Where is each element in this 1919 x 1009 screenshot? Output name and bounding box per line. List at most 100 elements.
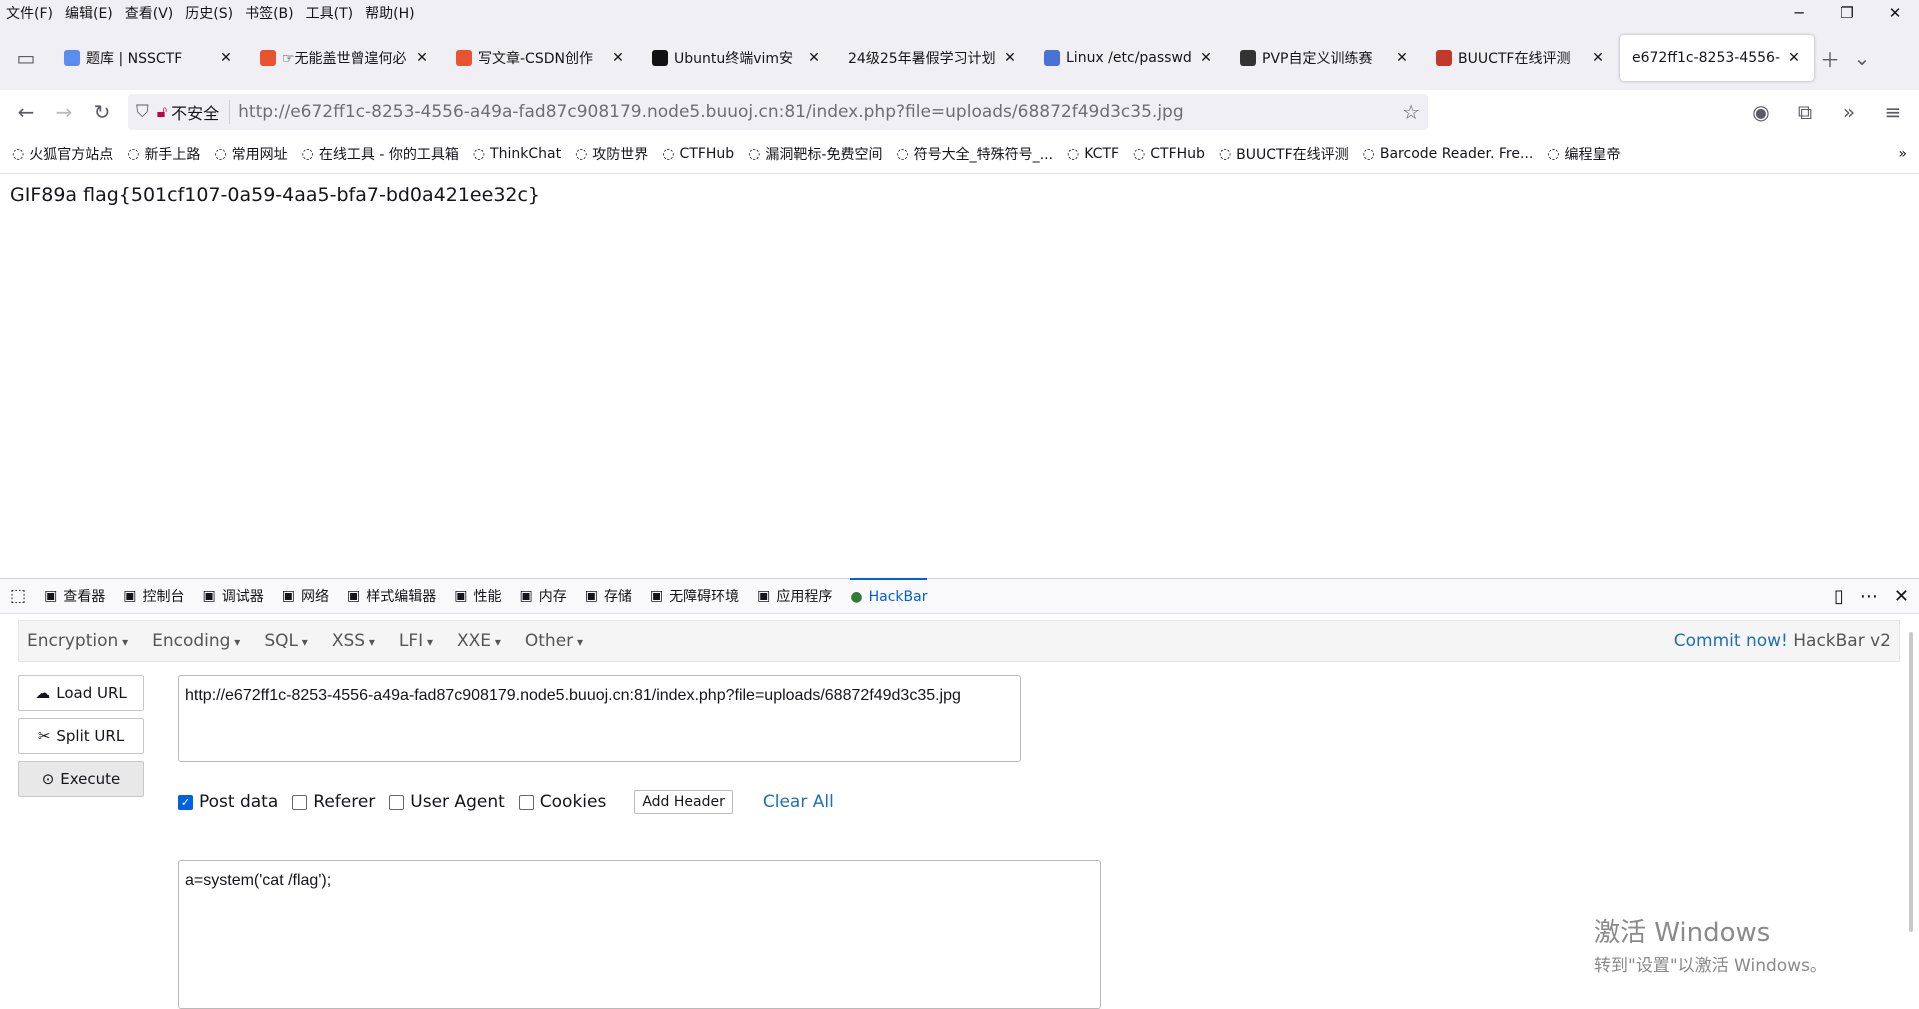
more-icon[interactable]: ⋯ (1860, 586, 1878, 607)
tab-4[interactable]: 24级25年暑假学习计划 ✕ (836, 35, 1030, 81)
devtools-tab-10[interactable]: ● HackBar (850, 578, 928, 614)
close-window-button[interactable]: ✕ (1871, 4, 1919, 22)
csdn-icon (260, 50, 276, 66)
post-data-input[interactable]: a=system('cat /flag'); (178, 860, 1101, 1009)
tab-0[interactable]: 题库 | NSSCTF ✕ (52, 35, 246, 81)
hackbar-url-input[interactable]: http://e672ff1c-8253-4556-a49a-fad87c908… (178, 675, 1021, 762)
close-tab-icon[interactable]: ✕ (610, 50, 626, 66)
tab-6[interactable]: PVP自定义训练赛 ✕ (1228, 35, 1422, 81)
bookmark-item[interactable]: ◌ CTFHub (662, 146, 734, 162)
hackbar-menu-sql[interactable]: SQL ▾ (264, 631, 308, 651)
add-header-button[interactable]: Add Header (634, 790, 733, 814)
menu-bookmarks[interactable]: 书签(B) (239, 3, 300, 23)
bookmark-label: Barcode Reader. Fre... (1379, 145, 1534, 162)
restore-button[interactable]: ❐ (1823, 4, 1871, 22)
app-menu-icon[interactable]: ≡ (1877, 96, 1909, 128)
devtools-tab-3[interactable]: ▣ 网络 (282, 586, 329, 606)
tab-7[interactable]: BUUCTF在线评测 ✕ (1424, 35, 1618, 81)
shield-icon[interactable]: ⛉ (136, 102, 149, 122)
menu-help[interactable]: 帮助(H) (359, 3, 420, 23)
close-tab-icon[interactable]: ✕ (218, 50, 234, 66)
bookmark-item[interactable]: ◌ 火狐官方站点 (12, 144, 113, 164)
post-data-checkbox[interactable]: ✓ Post data (178, 792, 278, 812)
load-url-button[interactable]: ☁ Load URL (18, 675, 144, 711)
new-tab-icon[interactable]: ＋ (1814, 42, 1846, 74)
hackbar-menu-xxe[interactable]: XXE ▾ (457, 631, 501, 651)
bookmark-item[interactable]: ◌ Barcode Reader. Fre... (1363, 146, 1534, 162)
commit-now-link[interactable]: Commit now! (1674, 631, 1788, 651)
bookmark-icon: ◌ (896, 145, 909, 162)
referer-checkbox[interactable]: Referer (292, 792, 375, 812)
bookmark-star-icon[interactable]: ☆ (1402, 100, 1420, 124)
clear-all-link[interactable]: Clear All (763, 792, 834, 812)
menu-tools[interactable]: 工具(T) (300, 3, 359, 23)
overflow-chevron-icon[interactable]: » (1833, 96, 1865, 128)
bookmark-item[interactable]: ◌ 符号大全_特殊符号_... (896, 144, 1053, 164)
post-data-check: ✓ (178, 794, 193, 810)
devtools-tab-6[interactable]: ▣ 内存 (519, 586, 566, 606)
bookmark-item[interactable]: ◌ 新手上路 (127, 144, 200, 164)
forward-icon[interactable]: → (48, 96, 80, 128)
close-tab-icon[interactable]: ✕ (1198, 50, 1214, 66)
close-tab-icon[interactable]: ✕ (414, 50, 430, 66)
devtools-tab-9[interactable]: ▣ 应用程序 (757, 586, 832, 606)
bookmark-item[interactable]: ◌ 编程皇帝 (1547, 144, 1620, 164)
bookmark-item[interactable]: ◌ KCTF (1067, 146, 1119, 162)
cookies-checkbox[interactable]: Cookies (518, 792, 606, 812)
bookmark-item[interactable]: ◌ CTFHub (1133, 146, 1205, 162)
devtools-tab-5[interactable]: ▣ 性能 (454, 586, 501, 606)
bookmark-item[interactable]: ◌ BUUCTF在线评测 (1219, 144, 1349, 164)
close-devtools-icon[interactable]: ✕ (1894, 586, 1909, 607)
back-icon[interactable]: ← (10, 96, 42, 128)
hackbar-menu-encoding[interactable]: Encoding ▾ (152, 631, 240, 651)
bookmark-item[interactable]: ◌ 在线工具 - 你的工具箱 (302, 144, 459, 164)
account-icon[interactable]: ◉ (1745, 96, 1777, 128)
execute-button[interactable]: ⊙ Execute (18, 761, 144, 797)
close-tab-icon[interactable]: ✕ (1002, 50, 1018, 66)
tab-2[interactable]: 写文章-CSDN创作 ✕ (444, 35, 638, 81)
bookmark-item[interactable]: ◌ 攻防世界 (575, 144, 648, 164)
split-url-button[interactable]: ✂ Split URL (18, 718, 144, 754)
url-text[interactable]: http://e672ff1c-8253-4556-a49a-fad87c908… (238, 102, 1394, 122)
caret-down-icon: ▾ (365, 635, 375, 649)
menu-file[interactable]: 文件(F) (0, 3, 59, 23)
post-data-label: Post data (199, 792, 279, 812)
bookmarks-overflow-icon[interactable]: » (1898, 146, 1907, 162)
hackbar-menu-xss[interactable]: XSS ▾ (332, 631, 375, 651)
hackbar-scrollbar[interactable] (1909, 632, 1913, 932)
devtools-tab-1[interactable]: ▣ 控制台 (123, 586, 184, 606)
close-tab-icon[interactable]: ✕ (1394, 50, 1410, 66)
menu-view[interactable]: 查看(V) (119, 3, 180, 23)
user-agent-checkbox[interactable]: User Agent (389, 792, 505, 812)
bookmark-item[interactable]: ◌ 漏洞靶标-免费空间 (748, 144, 882, 164)
devtools-tab-2[interactable]: ▣ 调试器 (203, 586, 264, 606)
extensions-icon[interactable]: ⧉ (1789, 96, 1821, 128)
minimize-button[interactable]: ─ (1775, 4, 1823, 22)
hackbar-menu-lfi[interactable]: LFI ▾ (399, 631, 433, 651)
bookmark-item[interactable]: ◌ 常用网址 (214, 144, 287, 164)
tab-overview-icon[interactable]: ▭ (10, 42, 42, 74)
element-picker-icon[interactable]: ⬚ (10, 586, 26, 606)
devtools-tab-7[interactable]: ▣ 存储 (585, 586, 632, 606)
reload-icon[interactable]: ↻ (86, 96, 118, 128)
bookmark-item[interactable]: ◌ ThinkChat (473, 146, 561, 162)
hackbar-menu-other[interactable]: Other ▾ (525, 631, 583, 651)
tab-8[interactable]: e672ff1c-8253-4556- ✕ (1620, 35, 1814, 81)
cloud-download-icon: ☁ (35, 684, 51, 702)
close-tab-icon[interactable]: ✕ (1786, 50, 1802, 66)
menu-edit[interactable]: 编辑(E) (59, 3, 119, 23)
tab-1[interactable]: ☞无能盖世曾遑何必 ✕ (248, 35, 442, 81)
close-tab-icon[interactable]: ✕ (806, 50, 822, 66)
tab-5[interactable]: Linux /etc/passwd ✕ (1032, 35, 1226, 81)
menu-history[interactable]: 历史(S) (179, 3, 239, 23)
hackbar-menu-encryption[interactable]: Encryption ▾ (27, 631, 128, 651)
list-tabs-icon[interactable]: ⌄ (1846, 42, 1878, 74)
dock-icon[interactable]: ▯ (1834, 586, 1844, 607)
tab-3[interactable]: Ubuntu终端vim安 ✕ (640, 35, 834, 81)
devtools-tab-4[interactable]: ▣ 样式编辑器 (347, 586, 436, 606)
close-tab-icon[interactable]: ✕ (1590, 50, 1606, 66)
devtools-tab-8[interactable]: ▣ 无障碍环境 (650, 586, 739, 606)
devtools-tab-0[interactable]: ▣ 查看器 (44, 586, 105, 606)
address-bar[interactable]: ⛉ 🔓︎ 不安全 http://e672ff1c-8253-4556-a49a-f… (128, 94, 1428, 130)
insecure-badge[interactable]: 🔓︎ 不安全 (157, 100, 231, 124)
